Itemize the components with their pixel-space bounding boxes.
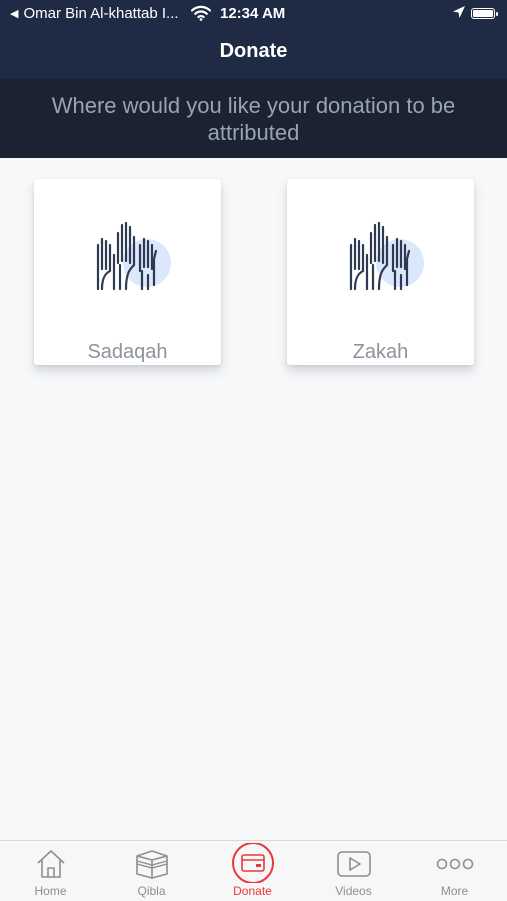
battery-icon: [471, 8, 498, 19]
top-bar: ◀ Omar Bin Al-khattab I... 12:34 AM Dona…: [0, 0, 507, 79]
donation-prompt-text: Where would you like your donation to be…: [51, 92, 456, 145]
back-triangle-icon: ◀: [10, 8, 19, 20]
raised-hands-icon: [96, 221, 171, 291]
carrier-label: Omar Bin Al-khattab I...: [23, 5, 179, 22]
page-title: Donate: [219, 40, 288, 62]
zakah-label: Zakah: [352, 341, 409, 363]
play-icon: [336, 851, 371, 877]
zakah-card[interactable]: Zakah: [287, 179, 474, 365]
wifi-icon: [191, 5, 211, 21]
sadaqah-label: Sadaqah: [87, 341, 168, 363]
donation-prompt: Where would you like your donation to be…: [0, 79, 507, 158]
tab-videos[interactable]: Videos: [303, 841, 404, 901]
tab-qibla-label: Qibla: [137, 884, 166, 898]
tab-donate-label: Donate: [233, 884, 272, 898]
location-arrow-icon: [453, 6, 465, 18]
tab-home-label: Home: [34, 884, 67, 898]
raised-hands-icon: [349, 221, 424, 291]
card-icon: [231, 843, 274, 883]
kaaba-icon: [135, 850, 168, 879]
status-time: 12:34 AM: [220, 5, 286, 22]
status-bar: ◀ Omar Bin Al-khattab I... 12:34 AM: [0, 0, 507, 28]
tab-home[interactable]: Home: [0, 841, 101, 901]
more-icon: [436, 858, 473, 870]
home-icon: [36, 850, 65, 878]
tab-more[interactable]: More: [404, 841, 505, 901]
tab-qibla[interactable]: Qibla: [101, 841, 202, 901]
tab-donate[interactable]: Donate: [202, 841, 303, 901]
tab-videos-label: Videos: [335, 884, 372, 898]
back-to-app[interactable]: ◀ Omar Bin Al-khattab I...: [10, 5, 179, 22]
tab-bar: Home Qibla Donate Videos More: [0, 840, 507, 901]
sadaqah-card[interactable]: Sadaqah: [34, 179, 221, 365]
tab-more-label: More: [440, 884, 469, 898]
